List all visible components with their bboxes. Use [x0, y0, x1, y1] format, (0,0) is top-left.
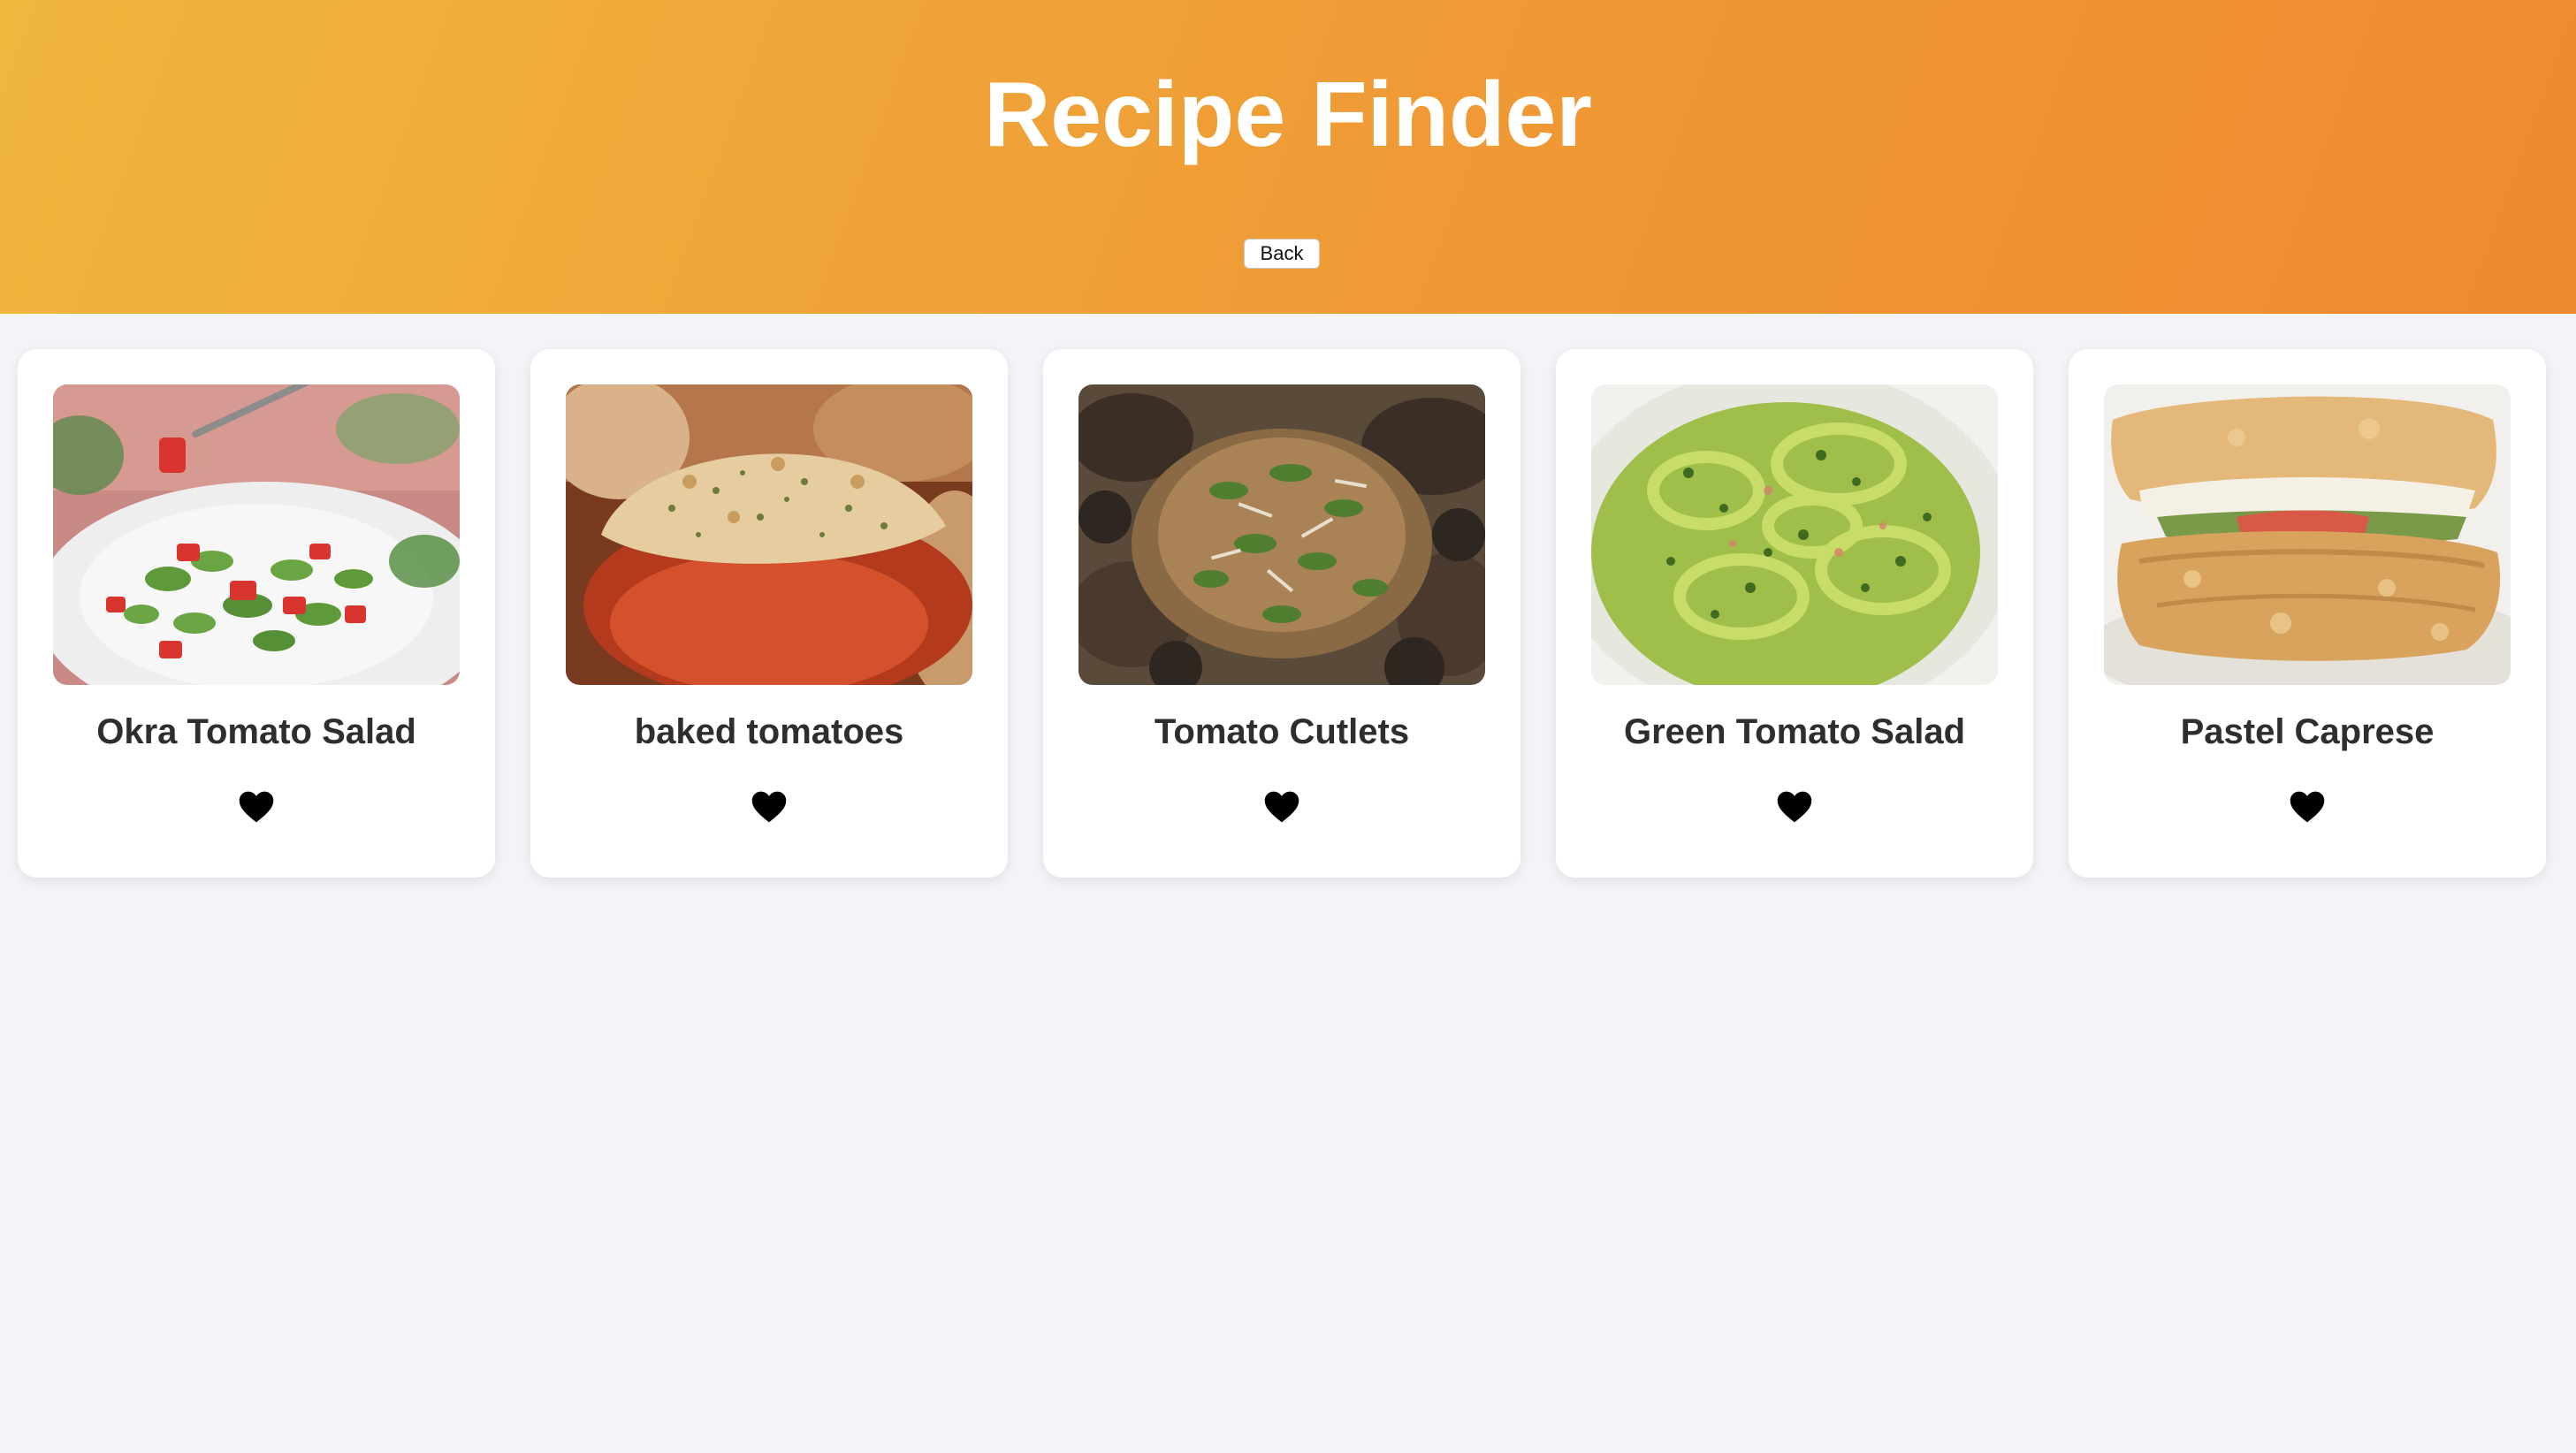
favorite-button[interactable]: [1262, 787, 1301, 826]
app-header: Recipe Finder Back: [0, 0, 2576, 314]
recipe-image[interactable]: [566, 384, 972, 685]
heart-icon: [1264, 791, 1299, 823]
favorite-button[interactable]: [237, 787, 276, 826]
recipe-image[interactable]: [1078, 384, 1485, 685]
recipe-image[interactable]: [53, 384, 460, 685]
heart-icon: [1777, 791, 1812, 823]
recipe-card[interactable]: Okra Tomato Salad: [18, 349, 495, 878]
back-button[interactable]: Back: [1244, 239, 1320, 269]
heart-icon: [239, 791, 274, 823]
favorite-button[interactable]: [750, 787, 789, 826]
recipe-image[interactable]: [2104, 384, 2511, 685]
recipe-title[interactable]: Okra Tomato Salad: [18, 710, 495, 754]
recipe-card[interactable]: baked tomatoes: [530, 349, 1008, 878]
recipe-grid: Okra Tomato Salad baked tomatoes Tomato …: [18, 349, 2558, 879]
favorite-button[interactable]: [2288, 787, 2327, 826]
recipe-title[interactable]: Green Tomato Salad: [1556, 710, 2033, 754]
recipe-title[interactable]: baked tomatoes: [530, 710, 1008, 754]
recipe-title[interactable]: Pastel Caprese: [2069, 710, 2546, 754]
okra-tomato-salad-photo: [53, 384, 460, 685]
recipe-card[interactable]: Green Tomato Salad: [1556, 349, 2033, 878]
heart-icon: [2290, 791, 2325, 823]
baked-tomatoes-photo: [566, 384, 972, 685]
page-title: Recipe Finder: [984, 64, 1592, 166]
favorite-button[interactable]: [1775, 787, 1814, 826]
green-tomato-salad-photo: [1591, 384, 1998, 685]
heart-icon: [751, 791, 787, 823]
recipe-card[interactable]: Pastel Caprese: [2069, 349, 2546, 878]
pastel-caprese-photo: [2104, 384, 2511, 685]
tomato-cutlets-photo: [1078, 384, 1485, 685]
recipe-image[interactable]: [1591, 384, 1998, 685]
recipe-card[interactable]: Tomato Cutlets: [1043, 349, 1520, 878]
recipe-title[interactable]: Tomato Cutlets: [1043, 710, 1520, 754]
